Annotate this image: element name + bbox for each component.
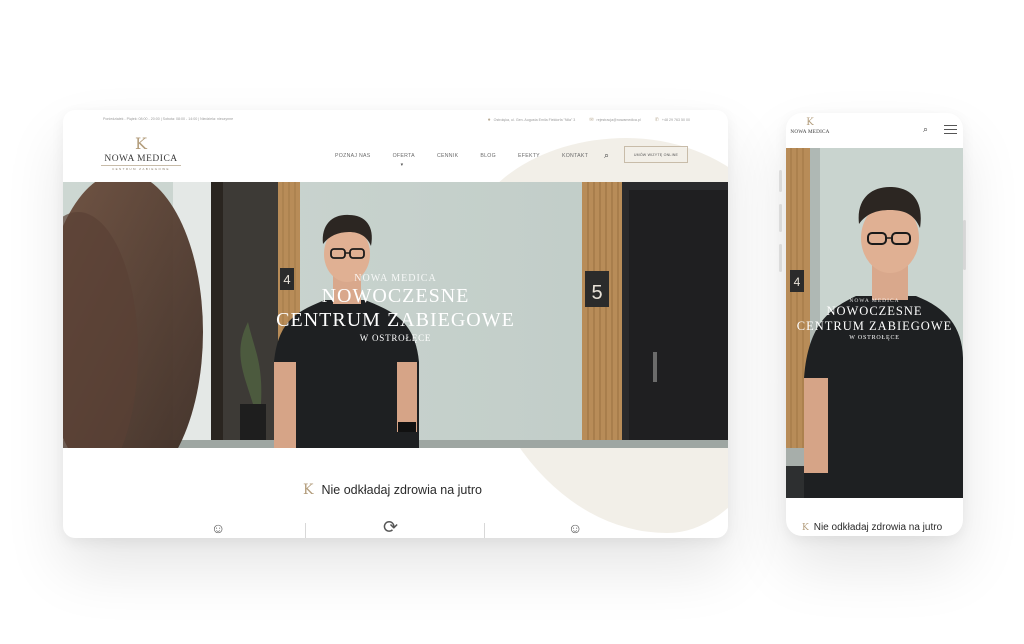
divider [305, 523, 306, 538]
tagline-text: Nie odkładaj zdrowia na jutro [321, 483, 482, 497]
logo-name: NOWA MEDICA [790, 129, 830, 135]
hero-title-line1: NOWOCZESNE [321, 285, 470, 307]
logo-name: NOWA MEDICA [104, 154, 178, 164]
hero-banner: 4 5 NOWA MEDICA NOWOCZESNE CENTRUM ZABIE… [63, 182, 728, 448]
divider [484, 523, 485, 538]
search-icon[interactable]: ⌕ [604, 150, 609, 161]
phone-item[interactable]: ✆ +48 29 763 50 00 [655, 117, 690, 123]
mobile-logo[interactable]: K NOWA MEDICA [790, 117, 830, 136]
top-info-bar: Poniedziałek - Piątek: 08:00 - 20:00 | S… [63, 110, 728, 130]
logo-mark: K [135, 134, 147, 153]
opening-hours: Poniedziałek - Piątek: 08:00 - 20:00 | S… [103, 117, 234, 121]
door-number: 4 [794, 275, 801, 289]
hero-title-line2: CENTRUM ZABIEGOWE [276, 309, 515, 331]
hero-subtitle: W OSTROŁĘCE [359, 333, 432, 343]
hamburger-menu-icon[interactable] [944, 125, 957, 134]
mail-icon: ✉ [589, 117, 594, 123]
hero-heading: NOWA MEDICA NOWOCZESNE CENTRUM ZABIEGOWE… [63, 273, 728, 343]
chevron-down-icon: ▾ [400, 162, 404, 168]
book-visit-button[interactable]: UMÓW WIZYTĘ ONLINE [624, 146, 688, 163]
address-item[interactable]: ● Ostrołęka, ul. Gen. Augusta Emila Field… [488, 117, 576, 123]
nav-item-poznaj-nas[interactable]: POZNAJ NAS [335, 153, 371, 159]
main-nav: POZNAJ NAS OFERTA ▾ CENNIK BLOG EFEKTY KO… [335, 153, 588, 168]
email-text: rejestracja@nowamedica.pl [596, 118, 641, 122]
phone-icon: ✆ [654, 117, 659, 123]
mobile-hero-banner: 4 NOWA MEDICA NOWOCZESNE CENTRUM ZABIEGO… [786, 148, 963, 498]
logo-mark: K [806, 117, 814, 128]
face-icon: ☺ [568, 520, 583, 536]
site-header: K NOWA MEDICA CENTRUM ZABIEGOWE POZNAJ N… [63, 130, 728, 182]
mobile-tagline: K Nie odkładaj zdrowia na jutro [802, 522, 942, 533]
hero-title-line2: CENTRUM ZABIEGOWE [796, 319, 953, 333]
tagline-text: Nie odkładaj zdrowia na jutro [813, 522, 943, 533]
desktop-mockup: Poniedziałek - Piątek: 08:00 - 20:00 | S… [63, 110, 728, 538]
address-text: Ostrołęka, ul. Gen. Augusta Emila Fieldo… [493, 118, 576, 122]
logo-mark-small: K [303, 482, 314, 498]
phone-side-buttons [779, 170, 782, 284]
nav-item-kontakt[interactable]: KONTAKT [562, 153, 588, 159]
email-item[interactable]: ✉ rejestracja@nowamedica.pl [589, 117, 640, 123]
nav-item-oferta[interactable]: OFERTA ▾ [392, 153, 415, 168]
logo-mark-small: K [802, 522, 809, 533]
search-icon[interactable]: ⌕ [923, 124, 928, 135]
logo-subtitle: CENTRUM ZABIEGOWE [101, 165, 181, 171]
face-icon: ☺ [211, 520, 226, 536]
mobile-mockup: K NOWA MEDICA ⌕ 4 NOWA MEDICA NOWOCZESNE… [786, 113, 963, 536]
hero-subtitle: W OSTROŁĘCE [849, 335, 900, 341]
mobile-hero-heading: NOWA MEDICA NOWOCZESNE CENTRUM ZABIEGOWE… [786, 298, 963, 341]
refresh-icon: ⟳ [383, 517, 399, 537]
hero-brand: NOWA MEDICA [849, 298, 900, 304]
location-icon: ● [487, 117, 491, 123]
phone-text: +48 29 763 50 00 [661, 118, 690, 122]
tagline: K Nie odkładaj zdrowia na jutro [303, 482, 482, 498]
phone-power-button [963, 220, 966, 270]
hero-title-line1: NOWOCZESNE [826, 304, 923, 318]
nav-label-oferta: OFERTA [392, 153, 415, 159]
nav-item-efekty[interactable]: EFEKTY [518, 153, 540, 159]
nav-item-blog[interactable]: BLOG [480, 153, 496, 159]
hero-brand: NOWA MEDICA [354, 273, 437, 284]
nav-item-cennik[interactable]: CENNIK [437, 153, 458, 159]
site-logo[interactable]: K NOWA MEDICA CENTRUM ZABIEGOWE [101, 136, 181, 171]
